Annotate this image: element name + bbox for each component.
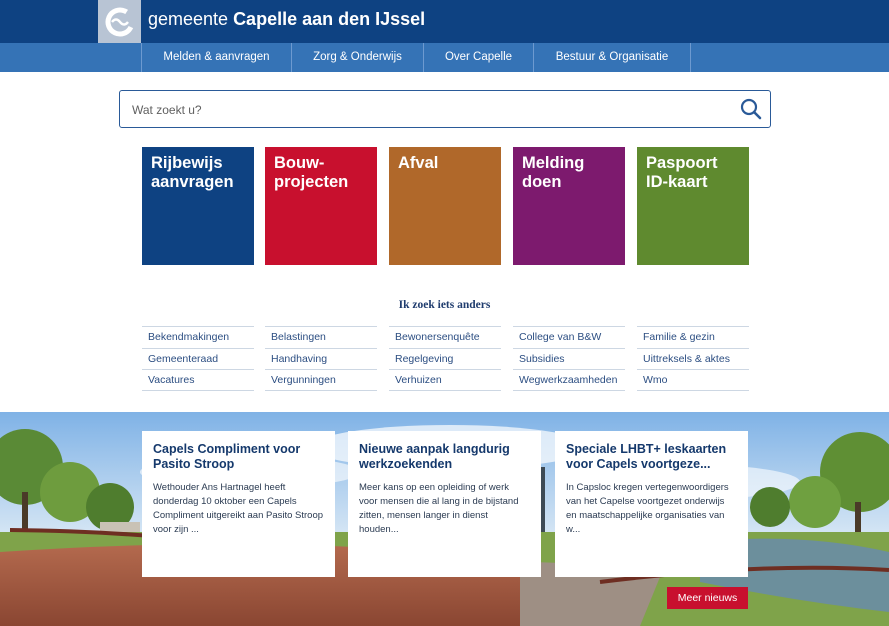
more-news-button[interactable]: Meer nieuws (667, 587, 748, 609)
news-summary: Meer kans op een opleiding of werk voor … (359, 482, 519, 535)
site-title-name: Capelle aan den IJssel (233, 9, 426, 29)
link-handhaving[interactable]: Handhaving (265, 347, 377, 370)
tile-label-line1: Bouw- (274, 154, 325, 172)
tile-melding-doen[interactable]: Melding doen (513, 147, 625, 265)
news-card[interactable]: Capels Compliment voor Pasito Stroop Wet… (142, 431, 335, 577)
nav-item-over-capelle[interactable]: Over Capelle (424, 43, 534, 72)
news-card[interactable]: Speciale LHBT+ leskaarten voor Capels vo… (555, 431, 748, 577)
link-column: Bekendmakingen Gemeenteraad Vacatures (142, 326, 254, 391)
nav-item-bestuur-organisatie[interactable]: Bestuur & Organisatie (534, 43, 691, 72)
search-bar (119, 90, 771, 128)
link-familie-gezin[interactable]: Familie & gezin (637, 326, 749, 348)
link-column: College van B&W Subsidies Wegwerkzaamhed… (513, 326, 625, 391)
tile-label-line1: Afval (398, 154, 439, 172)
tile-paspoort-id-kaart[interactable]: Paspoort ID-kaart (637, 147, 749, 265)
link-belastingen[interactable]: Belastingen (265, 326, 377, 348)
link-column: Belastingen Handhaving Vergunningen (265, 326, 377, 391)
news-card[interactable]: Nieuwe aanpak langdurig werkzoekenden Me… (348, 431, 541, 577)
capelle-logo-icon (105, 7, 134, 36)
link-wegwerkzaamheden[interactable]: Wegwerkzaamheden (513, 369, 625, 391)
tile-label-line1: Melding (522, 154, 585, 172)
news-title[interactable]: Speciale LHBT+ leskaarten voor Capels vo… (566, 442, 737, 471)
nav-item-zorg-onderwijs[interactable]: Zorg & Onderwijs (292, 43, 424, 72)
link-bekendmakingen[interactable]: Bekendmakingen (142, 326, 254, 348)
search-input[interactable] (132, 100, 722, 120)
link-verhuizen[interactable]: Verhuizen (389, 369, 501, 391)
tile-label-line2: doen (522, 173, 562, 191)
link-vergunningen[interactable]: Vergunningen (265, 369, 377, 391)
tile-label-line1: Rijbewijs (151, 154, 223, 172)
link-college-van-bw[interactable]: College van B&W (513, 326, 625, 348)
link-vacatures[interactable]: Vacatures (142, 369, 254, 391)
link-subsidies[interactable]: Subsidies (513, 347, 625, 370)
tile-label-line2: aanvragen (151, 173, 234, 191)
logo[interactable] (98, 0, 141, 43)
nav-item-melden-aanvragen[interactable]: Melden & aanvragen (141, 43, 292, 72)
news-title[interactable]: Capels Compliment voor Pasito Stroop (153, 442, 324, 471)
tile-rijbewijs-aanvragen[interactable]: Rijbewijs aanvragen (142, 147, 254, 265)
tile-bouwprojecten[interactable]: Bouw- projecten (265, 147, 377, 265)
main-nav: Melden & aanvragen Zorg & Onderwijs Over… (0, 43, 889, 72)
link-gemeenteraad[interactable]: Gemeenteraad (142, 347, 254, 370)
news-title[interactable]: Nieuwe aanpak langdurig werkzoekenden (359, 442, 530, 471)
tile-label-line2: projecten (274, 173, 349, 191)
tile-label-line2: ID-kaart (646, 173, 708, 191)
news-summary: In Capsloc kregen vertegenwoordigers van… (566, 482, 729, 535)
link-column: Bewonersenquête Regelgeving Verhuizen (389, 326, 501, 391)
news-summary: Wethouder Ans Hartnagel heeft donderdag … (153, 482, 324, 535)
link-column: Familie & gezin Uittreksels & aktes Wmo (637, 326, 749, 391)
tile-label-line1: Paspoort (646, 154, 718, 172)
search-icon[interactable] (740, 98, 762, 120)
link-uittreksels-aktes[interactable]: Uittreksels & aktes (637, 347, 749, 370)
link-wmo[interactable]: Wmo (637, 369, 749, 391)
link-bewonersenquete[interactable]: Bewonersenquête (389, 326, 501, 348)
other-links-heading: Ik zoek iets anders (398, 299, 491, 311)
link-regelgeving[interactable]: Regelgeving (389, 347, 501, 370)
site-title-prefix: gemeente (148, 9, 234, 29)
tile-afval[interactable]: Afval (389, 147, 501, 265)
site-header: gemeente Capelle aan den IJssel (0, 0, 889, 43)
site-title[interactable]: gemeente Capelle aan den IJssel (148, 9, 425, 30)
